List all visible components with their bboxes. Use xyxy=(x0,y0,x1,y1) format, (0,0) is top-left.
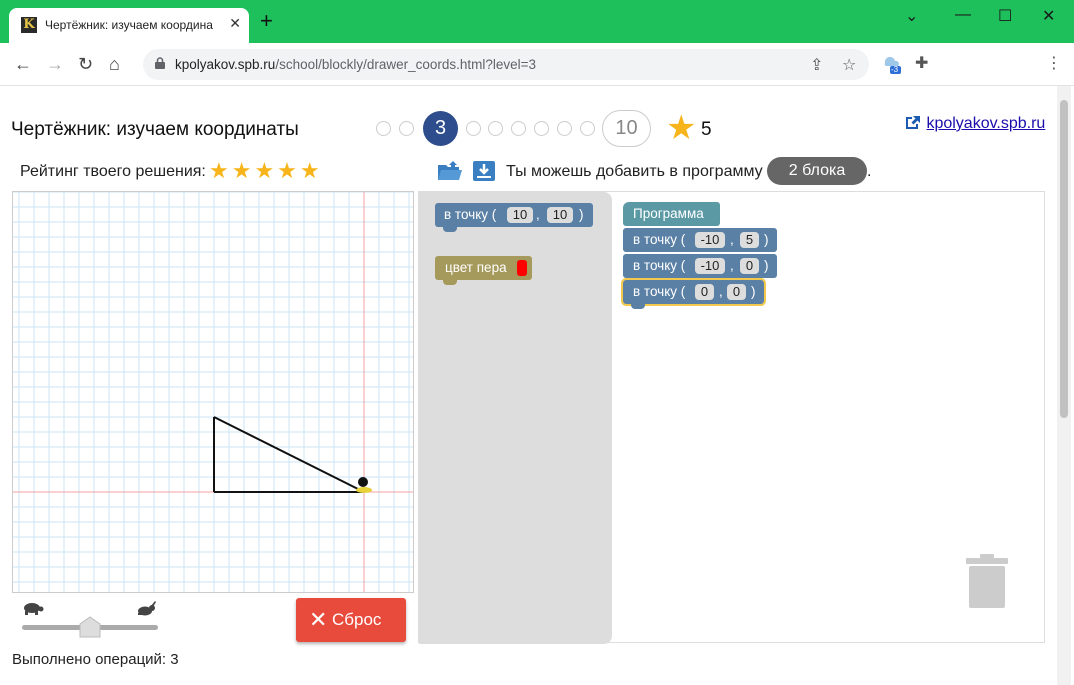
scrollbar-thumb[interactable] xyxy=(1060,100,1068,418)
level-dot-7[interactable] xyxy=(534,121,549,136)
block-close: ) xyxy=(579,207,584,222)
browser-toolbar: ← → ↻ ⌂ kpolyakov.spb.ru/school/blockly/… xyxy=(0,43,1074,86)
block-sep: , xyxy=(730,258,734,273)
block-close: ) xyxy=(764,258,769,273)
site-link[interactable]: kpolyakov.spb.ru xyxy=(904,114,1045,133)
sentence-end: . xyxy=(867,163,872,180)
level-dot-2[interactable] xyxy=(399,121,414,136)
speed-slider-thumb[interactable] xyxy=(79,616,101,638)
block-label: в точку ( xyxy=(444,207,497,222)
level-dot-4[interactable] xyxy=(466,121,481,136)
y-field[interactable]: 0 xyxy=(740,258,759,274)
drawer-base xyxy=(356,487,372,493)
back-icon[interactable]: ← xyxy=(14,54,32,75)
favicon-icon: K xyxy=(21,17,37,33)
maximize-icon[interactable]: ☐ xyxy=(998,6,1012,26)
x-field[interactable]: -10 xyxy=(695,258,725,274)
trash-icon[interactable] xyxy=(966,554,1008,609)
move-to-block[interactable]: в точку ( -10 , 5 ) xyxy=(623,228,777,252)
program-header-block[interactable]: Программа xyxy=(623,202,720,226)
page: Чертёжник: изучаем координаты 3 10 ★ 5 k… xyxy=(0,86,1074,685)
block-close: ) xyxy=(764,232,769,247)
rabbit-icon xyxy=(138,601,156,616)
puzzle-icon[interactable]: ✚ xyxy=(915,53,928,73)
share-icon[interactable]: ⇪ xyxy=(810,55,823,75)
add-blocks-text: Ты можешь добавить в программу xyxy=(506,163,763,180)
toolbox-flyout: в точку ( 10 , 10 ) цвет пера xyxy=(419,192,612,644)
url-text: kpolyakov.spb.ru/school/blockly/drawer_c… xyxy=(175,57,537,72)
level-dot-6[interactable] xyxy=(511,121,526,136)
browser-title-bar: K Чертёжник: изучаем координа ✕ + ⌄ — ☐ … xyxy=(0,0,1074,43)
y-field[interactable]: 0 xyxy=(727,284,746,300)
block-label: в точку ( xyxy=(633,232,686,247)
max-level[interactable]: 10 xyxy=(602,110,651,147)
x-field[interactable]: -10 xyxy=(695,232,725,248)
block-notch xyxy=(631,303,645,309)
extension-icon[interactable]: -3 xyxy=(882,53,902,80)
coordinate-grid xyxy=(13,192,413,592)
new-tab-icon[interactable]: + xyxy=(260,10,273,32)
level-dot-5[interactable] xyxy=(488,121,503,136)
menu-icon[interactable]: ⋮ xyxy=(1046,53,1062,73)
drawing-canvas xyxy=(12,191,414,593)
save-icon[interactable] xyxy=(472,160,496,182)
bookmark-star-icon[interactable]: ☆ xyxy=(842,55,856,75)
block-label: Программа xyxy=(633,206,704,221)
reload-icon[interactable]: ↻ xyxy=(78,54,93,75)
blocks-left-badge: 2 блока xyxy=(767,157,867,185)
level-dot-8[interactable] xyxy=(557,121,572,136)
block-label: в точку ( xyxy=(633,284,686,299)
home-icon[interactable]: ⌂ xyxy=(109,54,120,75)
close-x-icon: ✕ xyxy=(309,607,328,632)
open-folder-icon[interactable] xyxy=(437,160,463,182)
y-field[interactable]: 10 xyxy=(547,207,573,223)
drawer-icon xyxy=(358,477,368,487)
block-sep: , xyxy=(730,232,734,247)
lock-icon xyxy=(155,57,165,69)
rating-stars: ★★★★★ xyxy=(209,158,323,183)
tab-search-icon[interactable]: ⌄ xyxy=(905,6,918,26)
level-dot-9[interactable] xyxy=(580,121,595,136)
block-notch xyxy=(443,226,457,232)
rating-label: Рейтинг твоего решения: xyxy=(20,163,206,180)
block-close: ) xyxy=(751,284,756,299)
blockly-workspace[interactable]: в точку ( 10 , 10 ) цвет пера Программа … xyxy=(418,191,1045,644)
move-to-block[interactable]: в точку ( 10 , 10 ) xyxy=(435,203,593,232)
reset-label: Сброс xyxy=(332,610,382,629)
y-field[interactable]: 5 xyxy=(740,232,759,248)
block-sep: , xyxy=(536,207,540,222)
color-swatch[interactable] xyxy=(517,260,527,276)
page-scrollbar[interactable] xyxy=(1057,86,1071,685)
current-level[interactable]: 3 xyxy=(423,111,458,146)
tab-title: Чертёжник: изучаем координа xyxy=(45,18,213,32)
star-icon: ★ xyxy=(666,109,697,147)
address-bar[interactable]: kpolyakov.spb.ru/school/blockly/drawer_c… xyxy=(143,49,869,80)
close-icon[interactable]: ✕ xyxy=(1042,6,1055,26)
operations-count: Выполнено операций: 3 xyxy=(12,651,179,668)
star-count: 5 xyxy=(701,119,712,140)
turtle-icon xyxy=(24,603,44,615)
tab-close-icon[interactable]: ✕ xyxy=(229,15,241,32)
x-field[interactable]: 10 xyxy=(507,207,533,223)
page-title: Чертёжник: изучаем координаты xyxy=(11,119,299,140)
pen-color-block[interactable]: цвет пера xyxy=(435,256,532,285)
forward-icon[interactable]: → xyxy=(46,54,64,75)
reset-button[interactable]: ✕ Сброс xyxy=(296,598,406,642)
block-label: в точку ( xyxy=(633,258,686,273)
minimize-icon[interactable]: — xyxy=(955,6,971,24)
external-link-icon xyxy=(906,116,920,129)
extension-badge: -3 xyxy=(891,65,899,74)
move-to-block-selected[interactable]: в точку ( 0 , 0 ) xyxy=(621,278,766,309)
block-sep: , xyxy=(719,284,723,299)
x-field[interactable]: 0 xyxy=(695,284,714,300)
move-to-block[interactable]: в точку ( -10 , 0 ) xyxy=(623,254,777,278)
browser-tab[interactable]: K Чертёжник: изучаем координа ✕ xyxy=(9,8,249,43)
block-label: цвет пера xyxy=(445,260,507,275)
block-notch xyxy=(443,279,457,285)
level-dot-1[interactable] xyxy=(376,121,391,136)
